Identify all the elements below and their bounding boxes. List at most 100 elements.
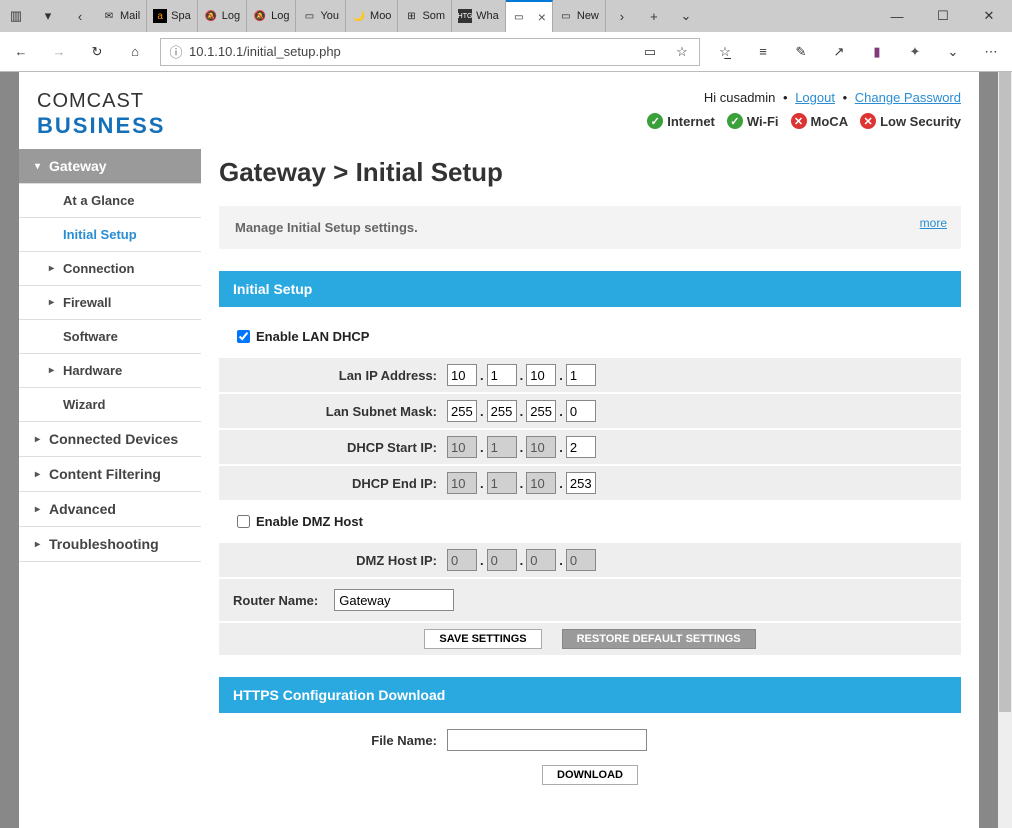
tab-nav-back-icon[interactable]: ‹	[64, 0, 96, 32]
router-name-label: Router Name:	[233, 593, 334, 608]
nav-content-filtering[interactable]: ▸Content Filtering	[19, 457, 201, 492]
row-enable-lan-dhcp: Enable LAN DHCP	[219, 317, 961, 356]
forward-button[interactable]: →	[46, 39, 72, 65]
tab-spa[interactable]: aSpa	[147, 0, 198, 32]
new-tab-button[interactable]: +	[638, 0, 670, 32]
enable-lan-dhcp-checkbox[interactable]	[237, 330, 250, 343]
onenote-icon[interactable]: ▮	[864, 39, 890, 65]
brand-logo: COMCAST BUSINESS	[37, 90, 165, 139]
nav-software[interactable]: Software	[19, 320, 201, 354]
chevron-right-icon: ▸	[35, 539, 45, 550]
row-dhcp-start: DHCP Start IP: . . .	[219, 430, 961, 464]
save-settings-button[interactable]: SAVE SETTINGS	[424, 629, 541, 649]
tab-new[interactable]: ▭New	[553, 0, 606, 32]
lan-ip-oct3[interactable]	[526, 364, 556, 386]
section-initial-setup-body: Enable LAN DHCP Lan IP Address: . . .	[219, 307, 961, 655]
file-name-input[interactable]	[447, 729, 647, 751]
download-button[interactable]: DOWNLOAD	[542, 765, 638, 785]
dmz-ip-oct1	[447, 549, 477, 571]
enable-dmz-checkbox[interactable]	[237, 515, 250, 528]
dhcp-end-oct4[interactable]	[566, 472, 596, 494]
tab-log-2[interactable]: 🔕Log	[247, 0, 296, 32]
enable-lan-dhcp-label: Enable LAN DHCP	[256, 329, 369, 344]
tab-active[interactable]: ▭×	[506, 0, 553, 32]
refresh-button[interactable]: ↻	[84, 39, 110, 65]
home-button[interactable]: ⌂	[122, 39, 148, 65]
tab-wha[interactable]: HTGWha	[452, 0, 506, 32]
viewport: COMCAST BUSINESS Hi cusadmin • Logout • …	[0, 72, 1012, 828]
lan-ip-oct4[interactable]	[566, 364, 596, 386]
favorites-icon[interactable]: ☆̲	[712, 39, 738, 65]
tab-preview-icon[interactable]: ▾	[32, 0, 64, 32]
vertical-scrollbar[interactable]	[998, 72, 1012, 828]
lan-ip-oct1[interactable]	[447, 364, 477, 386]
lan-mask-oct4[interactable]	[566, 400, 596, 422]
chevron-right-icon: ▸	[49, 263, 59, 274]
tab-moo[interactable]: 🌙Moo	[346, 0, 398, 32]
nav-troubleshooting[interactable]: ▸Troubleshooting	[19, 527, 201, 562]
tab-you[interactable]: ▭You	[296, 0, 346, 32]
row-lan-ip: Lan IP Address: . . .	[219, 358, 961, 392]
reading-view-icon[interactable]: ▭	[637, 39, 663, 65]
htg-icon: HTG	[458, 9, 472, 23]
nav-initial-setup[interactable]: Initial Setup	[19, 218, 201, 252]
nav-advanced[interactable]: ▸Advanced	[19, 492, 201, 527]
row-file-name: File Name:	[219, 723, 961, 757]
lan-mask-label: Lan Subnet Mask:	[229, 404, 447, 419]
page-title: Gateway > Initial Setup	[219, 157, 961, 188]
nav-wizard[interactable]: Wizard	[19, 388, 201, 422]
evernote-icon[interactable]: ✦	[902, 39, 928, 65]
close-icon[interactable]: ×	[538, 9, 546, 25]
greeting-text: Hi cusadmin	[704, 90, 776, 105]
tab-log-1[interactable]: 🔕Log	[198, 0, 247, 32]
bell-off-icon: 🔕	[253, 9, 267, 23]
nav-connected-devices[interactable]: ▸Connected Devices	[19, 422, 201, 457]
page-icon: ▭	[559, 9, 573, 23]
lan-ip-oct2[interactable]	[487, 364, 517, 386]
change-password-link[interactable]: Change Password	[855, 90, 961, 105]
nav-gateway[interactable]: ▾Gateway	[19, 149, 201, 184]
maximize-button[interactable]: ☐	[920, 0, 966, 32]
task-view-icon[interactable]: ▥	[0, 0, 32, 32]
more-link[interactable]: more	[920, 216, 947, 230]
pocket-icon[interactable]: ⌄	[940, 39, 966, 65]
lan-mask-oct2[interactable]	[487, 400, 517, 422]
reading-list-icon[interactable]: ≡	[750, 39, 776, 65]
chevron-right-icon: ▸	[49, 365, 59, 376]
row-dhcp-end: DHCP End IP: . . .	[219, 466, 961, 500]
dmz-ip-oct4	[566, 549, 596, 571]
share-icon[interactable]: ↗	[826, 39, 852, 65]
tab-overflow-icon[interactable]: ⌄	[670, 0, 702, 32]
dhcp-start-oct4[interactable]	[566, 436, 596, 458]
row-dmz-ip: DMZ Host IP: . . .	[219, 543, 961, 577]
nav-connection[interactable]: ▸Connection	[19, 252, 201, 286]
url-input[interactable]	[187, 43, 631, 60]
dmz-ip-oct2	[487, 549, 517, 571]
more-icon[interactable]: ⋯	[978, 39, 1004, 65]
tab-som[interactable]: ⊞Som	[398, 0, 452, 32]
minimize-button[interactable]: —	[874, 0, 920, 32]
router-page: COMCAST BUSINESS Hi cusadmin • Logout • …	[19, 72, 979, 828]
logout-link[interactable]: Logout	[795, 90, 835, 105]
lan-mask-oct1[interactable]	[447, 400, 477, 422]
nav-hardware[interactable]: ▸Hardware	[19, 354, 201, 388]
notes-icon[interactable]: ✎	[788, 39, 814, 65]
router-name-input[interactable]	[334, 589, 454, 611]
close-window-button[interactable]: ✕	[966, 0, 1012, 32]
scrollbar-thumb[interactable]	[999, 72, 1011, 712]
nav-at-a-glance[interactable]: At a Glance	[19, 184, 201, 218]
tab-mail[interactable]: ✉Mail	[96, 0, 147, 32]
status-moca: ✕MoCA	[791, 113, 849, 129]
restore-defaults-button[interactable]: RESTORE DEFAULT SETTINGS	[562, 629, 756, 649]
back-button[interactable]: ←	[8, 39, 34, 65]
tab-nav-fwd-icon[interactable]: ›	[606, 0, 638, 32]
header-links: Hi cusadmin • Logout • Change Password	[647, 90, 961, 105]
info-icon[interactable]: ⓘ	[165, 42, 187, 61]
url-field-wrap[interactable]: ⓘ ▭ ☆	[160, 38, 700, 66]
row-router-name: Router Name:	[219, 579, 961, 621]
lan-mask-oct3[interactable]	[526, 400, 556, 422]
favorite-star-icon[interactable]: ☆	[669, 39, 695, 65]
nav-firewall[interactable]: ▸Firewall	[19, 286, 201, 320]
dhcp-end-oct1	[447, 472, 477, 494]
dhcp-start-label: DHCP Start IP:	[229, 440, 447, 455]
